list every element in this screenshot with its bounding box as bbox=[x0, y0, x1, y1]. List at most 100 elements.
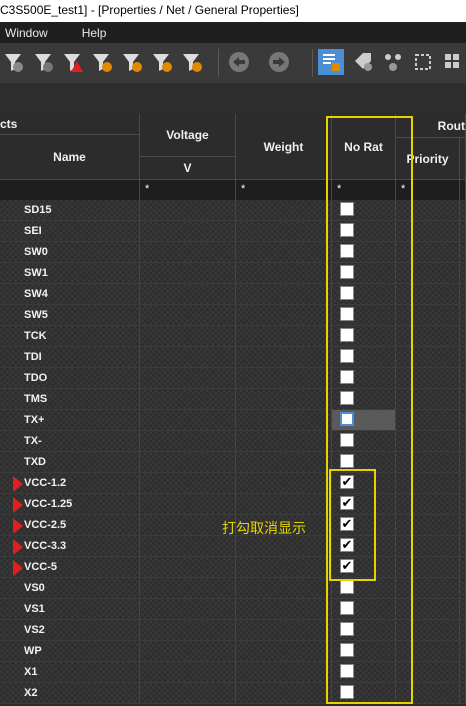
voltage-cell[interactable] bbox=[140, 473, 236, 493]
voltage-cell[interactable] bbox=[140, 263, 236, 283]
net-name-cell[interactable]: VCC-1.25 bbox=[0, 494, 140, 514]
route-cell[interactable] bbox=[460, 641, 466, 661]
net-name-cell[interactable]: SW0 bbox=[0, 242, 140, 262]
route-cell[interactable] bbox=[460, 263, 466, 283]
weight-cell[interactable] bbox=[236, 536, 332, 556]
weight-cell[interactable] bbox=[236, 494, 332, 514]
weight-cell[interactable] bbox=[236, 452, 332, 472]
net-name-cell[interactable]: SD15 bbox=[0, 200, 140, 220]
route-cell[interactable] bbox=[460, 620, 466, 640]
route-cell[interactable] bbox=[460, 683, 466, 703]
settings-icon[interactable] bbox=[410, 49, 436, 75]
filter-pin-icon[interactable] bbox=[89, 49, 115, 75]
weight-cell[interactable] bbox=[236, 200, 332, 220]
route-cell[interactable] bbox=[460, 473, 466, 493]
net-name-cell[interactable]: VS0 bbox=[0, 578, 140, 598]
weight-cell[interactable] bbox=[236, 263, 332, 283]
net-name-cell[interactable]: WP bbox=[0, 641, 140, 661]
route-cell[interactable] bbox=[460, 389, 466, 409]
voltage-cell[interactable] bbox=[140, 200, 236, 220]
route-cell[interactable] bbox=[460, 284, 466, 304]
net-name-cell[interactable]: TX- bbox=[0, 431, 140, 451]
filter-curve-icon[interactable] bbox=[0, 49, 26, 75]
weight-cell[interactable] bbox=[236, 662, 332, 682]
weight-cell[interactable] bbox=[236, 557, 332, 577]
route-cell[interactable] bbox=[460, 578, 466, 598]
filter-sun-icon[interactable] bbox=[119, 49, 145, 75]
weight-cell[interactable] bbox=[236, 326, 332, 346]
route-cell[interactable] bbox=[460, 452, 466, 472]
route-cell[interactable] bbox=[460, 368, 466, 388]
weight-cell[interactable] bbox=[236, 347, 332, 367]
voltage-cell[interactable] bbox=[140, 494, 236, 514]
voltage-cell[interactable] bbox=[140, 557, 236, 577]
net-name-cell[interactable]: VS1 bbox=[0, 599, 140, 619]
net-name-cell[interactable]: TDO bbox=[0, 368, 140, 388]
voltage-cell[interactable] bbox=[140, 641, 236, 661]
weight-cell[interactable] bbox=[236, 284, 332, 304]
filter-list-icon[interactable] bbox=[149, 49, 175, 75]
voltage-cell[interactable] bbox=[140, 620, 236, 640]
voltage-cell[interactable] bbox=[140, 578, 236, 598]
voltage-cell[interactable] bbox=[140, 221, 236, 241]
net-name-cell[interactable]: VCC-1.2 bbox=[0, 473, 140, 493]
voltage-cell[interactable] bbox=[140, 599, 236, 619]
net-name-cell[interactable]: TMS bbox=[0, 389, 140, 409]
voltage-cell[interactable] bbox=[140, 431, 236, 451]
route-cell[interactable] bbox=[460, 326, 466, 346]
net-name-cell[interactable]: TXD bbox=[0, 452, 140, 472]
properties-view-icon[interactable] bbox=[318, 49, 344, 75]
net-name-cell[interactable]: TCK bbox=[0, 326, 140, 346]
weight-cell[interactable] bbox=[236, 599, 332, 619]
route-cell[interactable] bbox=[460, 242, 466, 262]
weight-cell[interactable] bbox=[236, 641, 332, 661]
route-cell[interactable] bbox=[460, 200, 466, 220]
filter-bars-icon[interactable] bbox=[179, 49, 205, 75]
net-name-cell[interactable]: VCC-3.3 bbox=[0, 536, 140, 556]
route-cell[interactable] bbox=[460, 662, 466, 682]
voltage-cell[interactable] bbox=[140, 410, 236, 430]
voltage-cell[interactable] bbox=[140, 284, 236, 304]
weight-cell[interactable] bbox=[236, 683, 332, 703]
voltage-cell[interactable] bbox=[140, 452, 236, 472]
net-name-cell[interactable]: SW4 bbox=[0, 284, 140, 304]
menu-help[interactable]: Help bbox=[77, 26, 112, 40]
voltage-cell[interactable] bbox=[140, 662, 236, 682]
net-name-cell[interactable]: VCC-2.5 bbox=[0, 515, 140, 535]
voltage-cell[interactable] bbox=[140, 683, 236, 703]
net-name-cell[interactable]: VCC-5 bbox=[0, 557, 140, 577]
net-name-cell[interactable]: X1 bbox=[0, 662, 140, 682]
weight-cell[interactable] bbox=[236, 578, 332, 598]
weight-cell[interactable] bbox=[236, 431, 332, 451]
route-cell[interactable] bbox=[460, 305, 466, 325]
weight-cell[interactable] bbox=[236, 620, 332, 640]
route-cell[interactable] bbox=[460, 431, 466, 451]
voltage-cell[interactable] bbox=[140, 368, 236, 388]
net-name-cell[interactable]: SW5 bbox=[0, 305, 140, 325]
voltage-cell[interactable] bbox=[140, 389, 236, 409]
net-name-cell[interactable]: TDI bbox=[0, 347, 140, 367]
weight-cell[interactable] bbox=[236, 305, 332, 325]
tag-icon[interactable] bbox=[350, 49, 376, 75]
net-name-cell[interactable]: VS2 bbox=[0, 620, 140, 640]
net-name-cell[interactable]: SW1 bbox=[0, 263, 140, 283]
weight-cell[interactable] bbox=[236, 473, 332, 493]
weight-cell[interactable] bbox=[236, 221, 332, 241]
network-icon[interactable] bbox=[380, 49, 406, 75]
voltage-header[interactable]: Voltage bbox=[140, 114, 236, 157]
weight-cell[interactable] bbox=[236, 242, 332, 262]
weight-filter[interactable]: * bbox=[236, 180, 332, 200]
filter-curve-icon[interactable] bbox=[30, 49, 56, 75]
filter-warning-icon[interactable] bbox=[60, 49, 86, 75]
voltage-cell[interactable] bbox=[140, 242, 236, 262]
redo-icon[interactable] bbox=[266, 49, 292, 75]
net-name-cell[interactable]: X2 bbox=[0, 683, 140, 703]
weight-header[interactable]: Weight bbox=[236, 114, 332, 180]
voltage-cell[interactable] bbox=[140, 536, 236, 556]
name-filter[interactable] bbox=[0, 180, 140, 200]
route-cell[interactable] bbox=[460, 536, 466, 556]
route-cell[interactable] bbox=[460, 347, 466, 367]
grid-icon[interactable] bbox=[440, 49, 466, 75]
voltage-cell[interactable] bbox=[140, 347, 236, 367]
net-name-cell[interactable]: SEI bbox=[0, 221, 140, 241]
